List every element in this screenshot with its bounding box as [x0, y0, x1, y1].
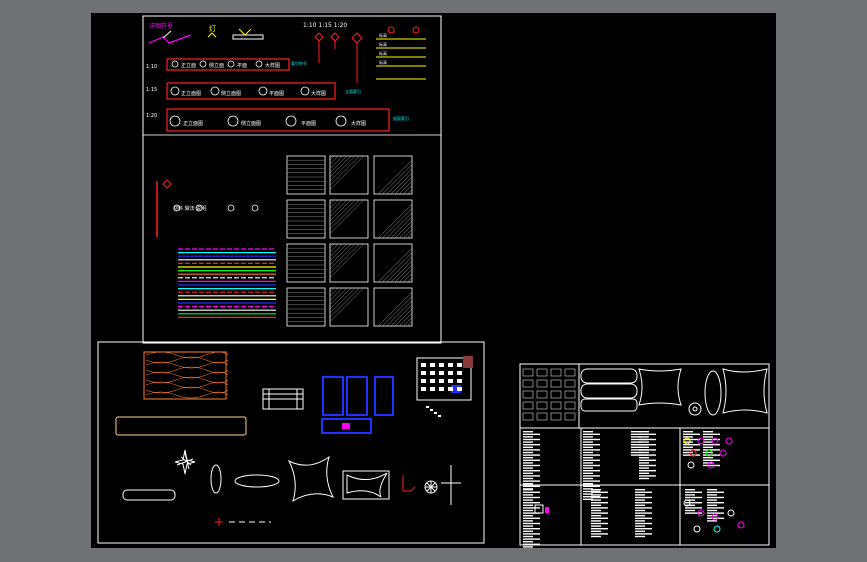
cad-drawing-canvas[interactable]: 详图符号 灯 1:10 1:15 1:20 标高 标高 标高 标高 1:10 1…	[91, 13, 776, 548]
svg-text:标高: 标高	[379, 32, 387, 38]
svg-text:平面图: 平面图	[269, 91, 284, 97]
cabinet-blocks	[321, 376, 394, 434]
lamp-label: 灯	[209, 24, 216, 33]
bench-block	[262, 388, 304, 410]
svg-text:标高: 标高	[379, 41, 387, 47]
linetype-samples	[178, 248, 276, 318]
legend-title: 详图符号	[149, 22, 173, 30]
scale-1-20: 1:20	[146, 113, 157, 119]
svg-text:侧立面图: 侧立面图	[241, 120, 261, 127]
scale-1-10: 1:10	[146, 64, 157, 70]
callout-box-c	[166, 108, 390, 132]
pillow-block	[342, 470, 390, 500]
svg-text:大样图: 大样图	[311, 90, 326, 97]
scale-1-15: 1:15	[146, 87, 157, 93]
svg-text:正立面图: 正立面图	[181, 90, 201, 97]
svg-text:大样图: 大样图	[265, 62, 280, 69]
svg-text:正立面: 正立面	[181, 62, 196, 69]
legend-scales: 1:10 1:15 1:20	[303, 22, 347, 29]
counter-outline	[115, 416, 247, 436]
furniture-block-sheet	[97, 341, 485, 544]
svg-text:立面索引: 立面索引	[345, 88, 361, 94]
svg-text:大样图: 大样图	[351, 120, 366, 127]
cad-model-viewport[interactable]: 详图符号 灯 1:10 1:15 1:20 标高 标高 标高 标高 1:10 1…	[91, 13, 776, 548]
svg-text:标高: 标高	[379, 50, 387, 56]
symbol-sheet: 详图符号 灯 1:10 1:15 1:20 标高 标高 标高 标高 1:10 1…	[142, 15, 442, 344]
cushion-block	[287, 455, 335, 503]
svg-text:索引符号: 索引符号	[291, 60, 307, 66]
svg-text:侧立面图: 侧立面图	[221, 90, 241, 97]
detail-block-sheet	[519, 363, 770, 548]
hatch-pattern-grid	[286, 155, 413, 327]
svg-text:侧立面: 侧立面	[209, 62, 224, 69]
svg-text:平面: 平面	[237, 63, 247, 69]
svg-text:标高: 标高	[379, 59, 387, 65]
svg-text:正立面图: 正立面图	[183, 120, 203, 127]
svg-text:剖面索引: 剖面索引	[393, 115, 409, 121]
section-markers	[314, 26, 420, 83]
svg-text:平面图: 平面图	[301, 121, 316, 127]
